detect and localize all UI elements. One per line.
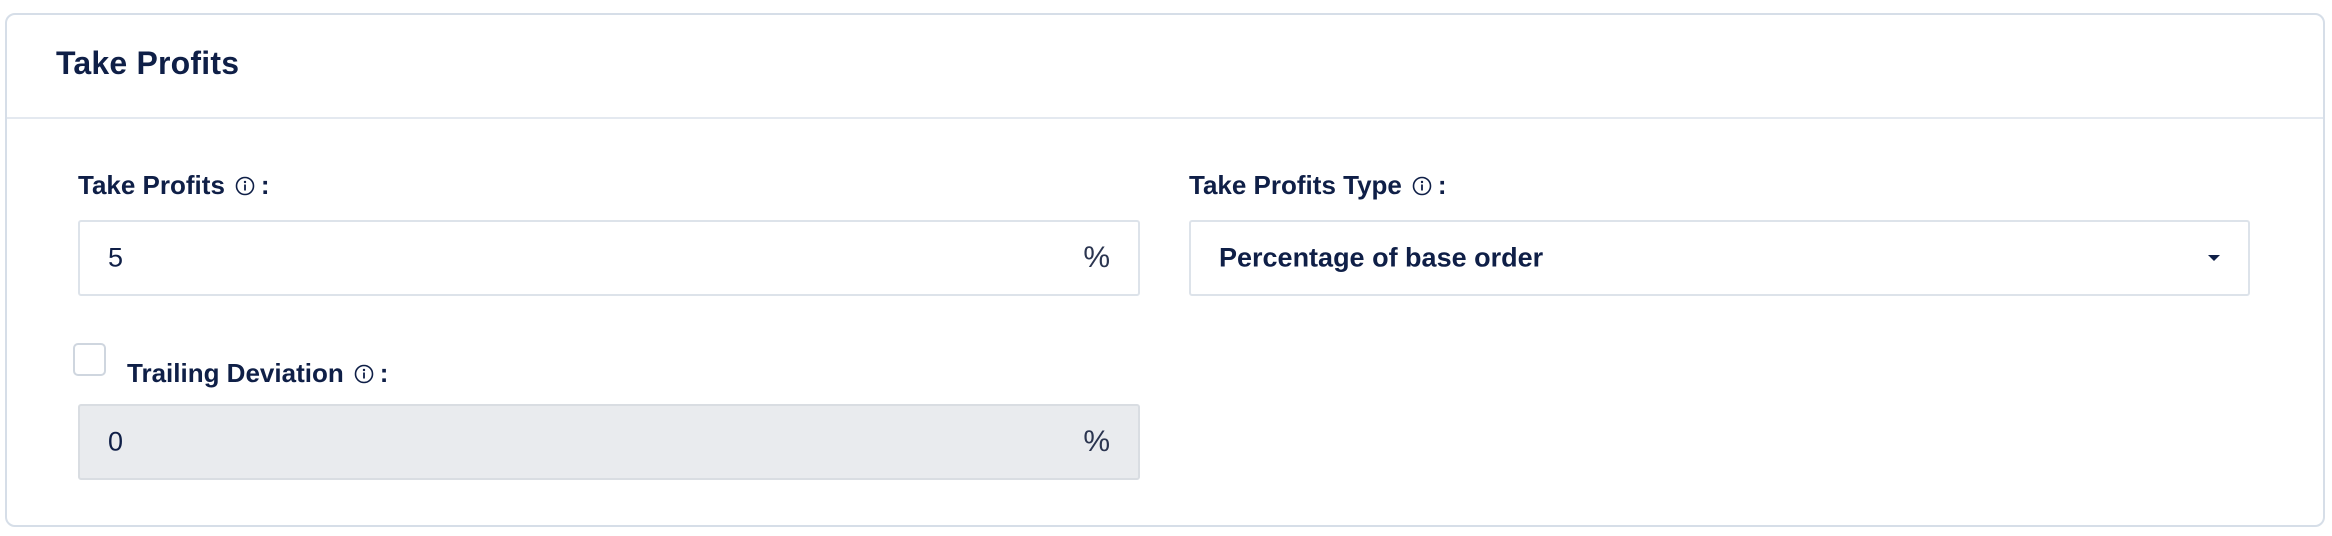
info-icon[interactable] xyxy=(1412,176,1432,196)
trailing-deviation-label: Trailing Deviation : xyxy=(127,358,388,389)
take-profits-colon: : xyxy=(260,170,270,200)
info-icon[interactable] xyxy=(354,364,374,384)
take-profits-percent-suffix: % xyxy=(1083,241,1110,274)
take-profits-type-select[interactable]: Percentage of base order xyxy=(1189,220,2250,296)
info-icon[interactable] xyxy=(235,176,255,196)
take-profits-label: Take Profits : xyxy=(78,170,270,201)
caret-down-icon[interactable] xyxy=(2208,255,2220,261)
trailing-deviation-value: 0 xyxy=(108,426,124,457)
trailing-deviation-input[interactable]: 0 % xyxy=(78,404,1140,480)
take-profits-type-selected: Percentage of base order xyxy=(1219,242,1544,273)
take-profits-input[interactable]: 5 % xyxy=(78,220,1140,296)
take-profits-type-label: Take Profits Type : xyxy=(1189,170,1447,201)
take-profits-value: 5 xyxy=(108,242,124,273)
card-title: Take Profits xyxy=(56,45,240,81)
take-profits-label-text: Take Profits xyxy=(78,170,225,200)
trailing-deviation-label-text: Trailing Deviation xyxy=(127,358,344,388)
trailing-deviation-percent-suffix: % xyxy=(1083,425,1110,458)
card-header: Take Profits xyxy=(7,15,2323,119)
trailing-deviation-checkbox[interactable] xyxy=(73,343,106,376)
take-profits-type-label-text: Take Profits Type xyxy=(1189,170,1402,200)
trailing-deviation-colon: : xyxy=(379,358,389,388)
take-profits-type-colon: : xyxy=(1437,170,1447,200)
